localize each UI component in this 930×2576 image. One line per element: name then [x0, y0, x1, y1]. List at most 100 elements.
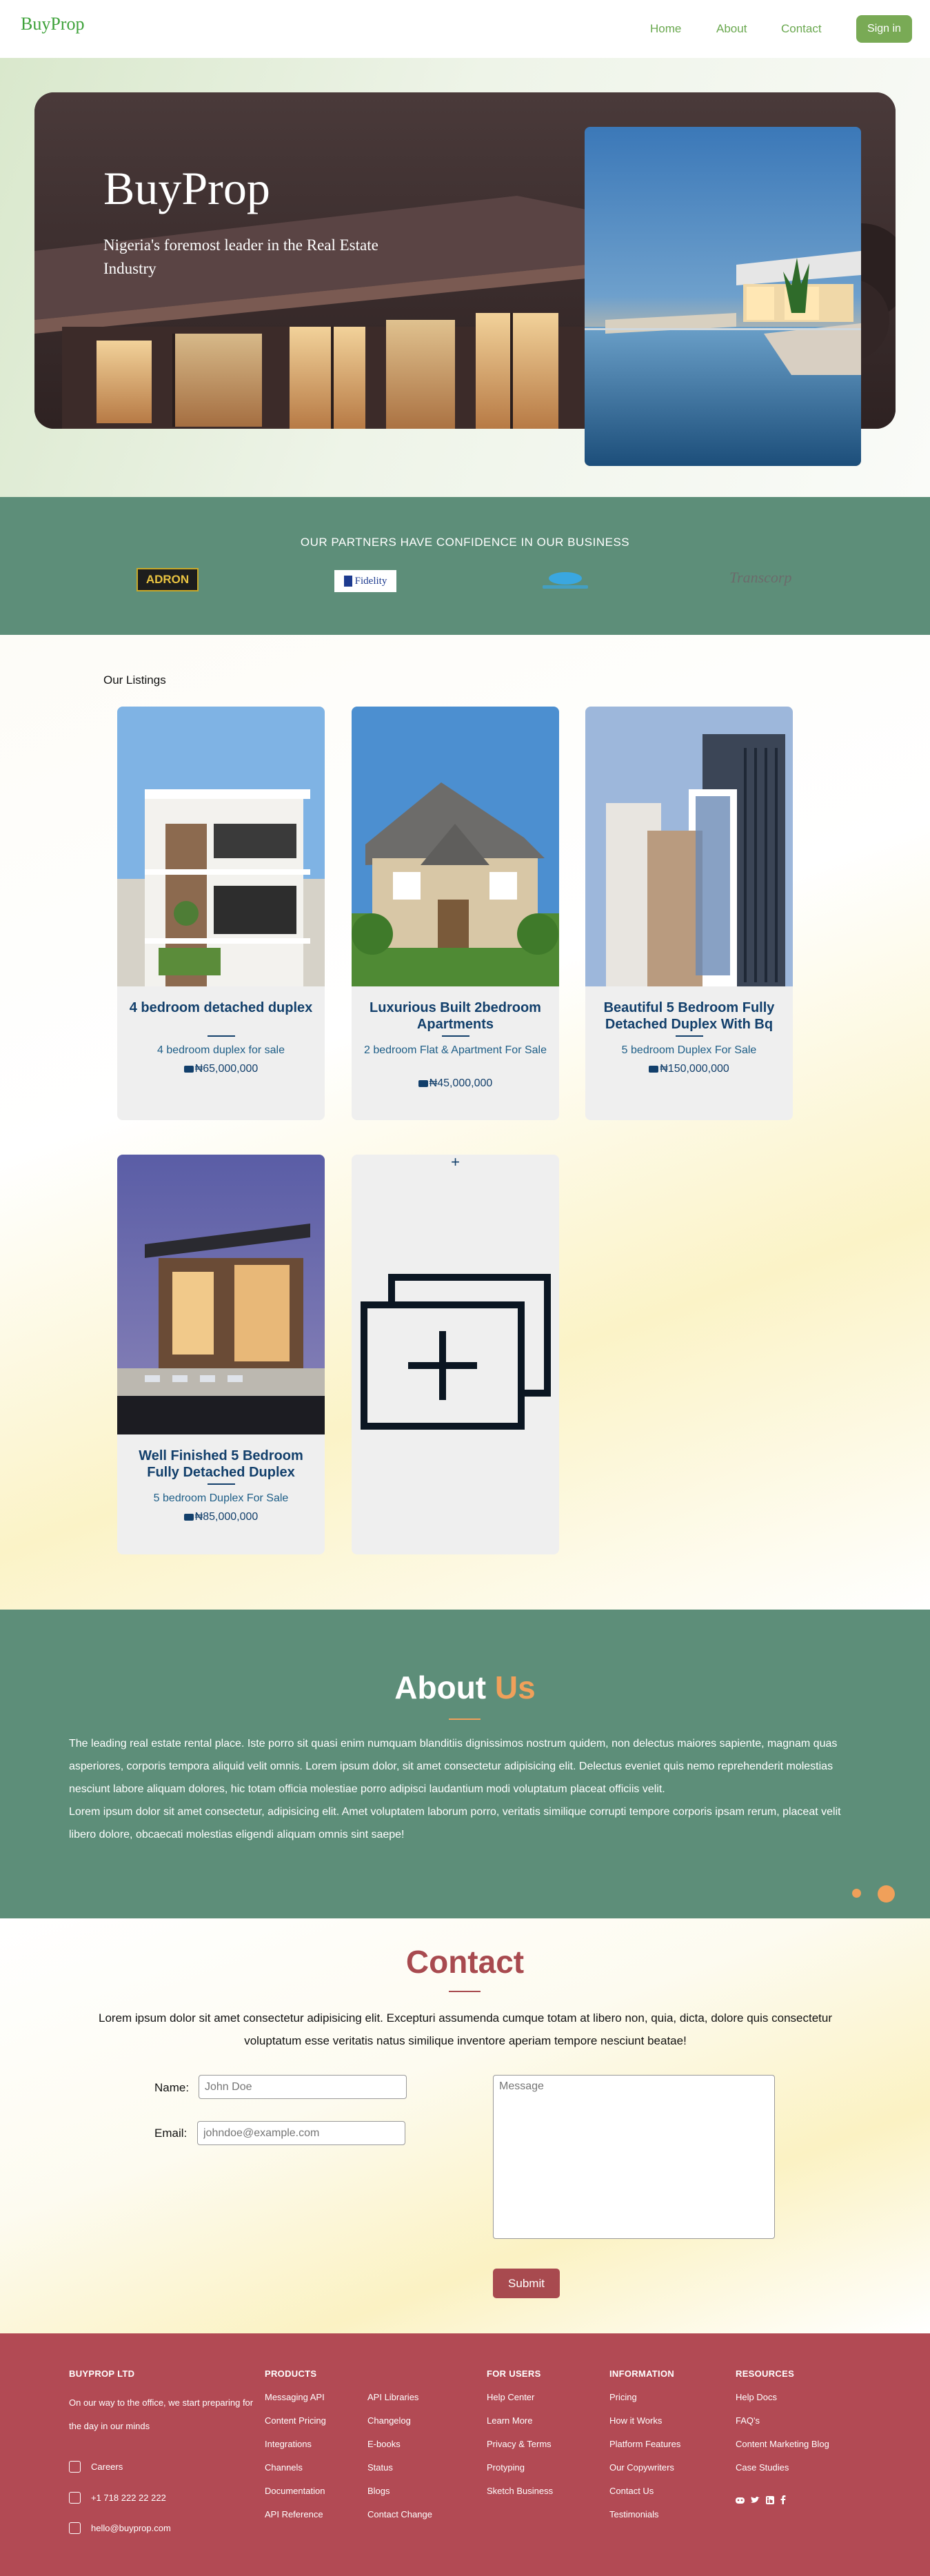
- contact-divider: [449, 1991, 481, 1992]
- discord-icon[interactable]: [736, 2497, 745, 2504]
- footer-link[interactable]: Integrations: [265, 2439, 312, 2449]
- fidelity-mark-icon: [343, 576, 352, 587]
- footer-link[interactable]: API Libraries: [367, 2392, 418, 2402]
- partner-logo-adron: ADRON: [137, 568, 199, 591]
- listing-price: ₦85,000,000: [128, 1511, 314, 1523]
- email-label: Email:: [154, 2127, 188, 2140]
- listing-title[interactable]: Luxurious Built 2bedroom Apartments: [362, 1000, 549, 1033]
- footer-email[interactable]: hello@buyprop.com: [91, 2523, 171, 2533]
- site-footer: BUYPROP LTD On our way to the office, we…: [0, 2333, 930, 2576]
- hero-title: BuyProp: [103, 162, 270, 214]
- footer-link[interactable]: FAQ's: [736, 2415, 760, 2426]
- listing-image: [117, 1155, 325, 1434]
- twitter-icon[interactable]: [751, 2497, 760, 2504]
- phone-checkbox[interactable]: [69, 2492, 81, 2504]
- footer-link[interactable]: Pricing: [609, 2392, 637, 2402]
- top-navbar: BuyProp Home About Contact Sign in: [0, 0, 930, 58]
- linkedin-icon[interactable]: [766, 2496, 774, 2504]
- nav-link-home[interactable]: Home: [650, 22, 681, 36]
- add-listing-label[interactable]: +: [352, 1155, 559, 1171]
- listing-description: 5 bedroom Duplex For Sale: [153, 1492, 289, 1504]
- footer-heading-users: FOR USERS: [487, 2369, 541, 2379]
- footer-link[interactable]: How it Works: [609, 2415, 662, 2426]
- footer-heading-products: PRODUCTS: [265, 2369, 317, 2379]
- facebook-icon[interactable]: [780, 2495, 786, 2504]
- listing-price: ₦150,000,000: [596, 1063, 782, 1075]
- listing-divider: [442, 1035, 469, 1037]
- listing-price: ₦45,000,000: [362, 1077, 549, 1090]
- footer-heading-information: INFORMATION: [609, 2369, 675, 2379]
- contact-description: Lorem ipsum dolor sit amet consectetur a…: [99, 2011, 832, 2047]
- email-checkbox[interactable]: [69, 2522, 81, 2534]
- listing-divider: [208, 1035, 235, 1037]
- footer-link[interactable]: Privacy & Terms: [487, 2439, 552, 2449]
- email-input[interactable]: [197, 2121, 405, 2145]
- footer-link-careers[interactable]: Careers: [91, 2462, 123, 2472]
- footer-link[interactable]: Platform Features: [609, 2439, 680, 2449]
- nav-link-contact[interactable]: Contact: [781, 22, 822, 36]
- add-listing-card[interactable]: +: [352, 1155, 559, 1554]
- listing-card[interactable]: Well Finished 5 Bedroom Fully Detached D…: [117, 1155, 325, 1554]
- carousel-dot[interactable]: [852, 1889, 861, 1898]
- partner-logo-fidelity: Fidelity: [334, 570, 396, 592]
- listing-card[interactable]: 4 bedroom detached duplex 4 bedroom dupl…: [117, 707, 325, 1120]
- listing-card[interactable]: Beautiful 5 Bedroom Fully Detached Duple…: [585, 707, 793, 1120]
- listings-section: Our Listings 4 bedroom detached duplex 4…: [0, 635, 930, 1610]
- footer-link[interactable]: Contact Us: [609, 2486, 654, 2496]
- about-heading: About Us: [394, 1670, 536, 1705]
- listing-title[interactable]: Beautiful 5 Bedroom Fully Detached Duple…: [596, 1000, 782, 1033]
- footer-link[interactable]: E-books: [367, 2439, 401, 2449]
- nav-link-about[interactable]: About: [716, 22, 747, 36]
- money-icon: [183, 1514, 194, 1521]
- message-textarea[interactable]: [493, 2075, 775, 2239]
- footer-link[interactable]: Channels: [265, 2462, 303, 2473]
- carousel-dot-active[interactable]: [878, 1885, 895, 1903]
- footer-link[interactable]: Messaging API: [265, 2392, 325, 2402]
- about-section: About Us The leading real estate rental …: [0, 1610, 930, 1918]
- hero-section: BuyProp Nigeria's foremost leader in the…: [0, 58, 930, 497]
- footer-heading-resources: RESOURCES: [736, 2369, 795, 2379]
- listing-divider: [208, 1483, 235, 1485]
- partners-heading: OUR PARTNERS HAVE CONFIDENCE IN OUR BUSI…: [300, 536, 630, 549]
- footer-link[interactable]: Changelog: [367, 2415, 411, 2426]
- listing-title[interactable]: 4 bedroom detached duplex: [128, 1000, 314, 1016]
- footer-link[interactable]: Testimonials: [609, 2509, 659, 2519]
- listing-image: [352, 707, 559, 986]
- name-input[interactable]: [199, 2075, 407, 2099]
- listing-description: 5 bedroom Duplex For Sale: [621, 1044, 757, 1056]
- sign-in-button[interactable]: Sign in: [856, 15, 912, 43]
- footer-heading-company: BUYPROP LTD: [69, 2369, 135, 2379]
- footer-link[interactable]: Sketch Business: [487, 2486, 553, 2496]
- listing-card[interactable]: Luxurious Built 2bedroom Apartments 2 be…: [352, 707, 559, 1120]
- contact-section: Contact Lorem ipsum dolor sit amet conse…: [0, 1918, 930, 2333]
- footer-link[interactable]: Help Docs: [736, 2392, 777, 2402]
- listing-image: [585, 707, 793, 986]
- footer-link[interactable]: Protyping: [487, 2462, 525, 2473]
- careers-checkbox[interactable]: [69, 2461, 81, 2473]
- listing-title[interactable]: Well Finished 5 Bedroom Fully Detached D…: [128, 1448, 314, 1481]
- footer-link[interactable]: Contact Change: [367, 2509, 432, 2519]
- name-label: Name:: [154, 2081, 190, 2094]
- footer-tagline: On our way to the office, we start prepa…: [69, 2397, 254, 2431]
- listing-description: 4 bedroom duplex for sale: [157, 1044, 285, 1056]
- footer-phone[interactable]: +1 718 222 22 222: [91, 2493, 166, 2503]
- footer-link[interactable]: Our Copywriters: [609, 2462, 674, 2473]
- about-divider: [449, 1718, 481, 1720]
- add-photos-icon[interactable]: [357, 1272, 553, 1437]
- footer-link[interactable]: Blogs: [367, 2486, 390, 2496]
- submit-button[interactable]: Submit: [493, 2269, 560, 2298]
- hero-subtitle: Nigeria's foremost leader in the Real Es…: [103, 236, 378, 277]
- footer-link[interactable]: Help Center: [487, 2392, 534, 2402]
- footer-link[interactable]: Documentation: [265, 2486, 325, 2496]
- footer-link[interactable]: Status: [367, 2462, 393, 2473]
- footer-link[interactable]: Case Studies: [736, 2462, 789, 2473]
- footer-link[interactable]: Content Marketing Blog: [736, 2439, 829, 2449]
- pool-house-image: [585, 127, 861, 466]
- money-icon: [418, 1080, 428, 1087]
- footer-link[interactable]: Content Pricing: [265, 2415, 326, 2426]
- about-text: The leading real estate rental place. Is…: [69, 1738, 841, 1840]
- footer-link[interactable]: Learn More: [487, 2415, 532, 2426]
- brand-logo[interactable]: BuyProp: [21, 14, 84, 34]
- partners-section: OUR PARTNERS HAVE CONFIDENCE IN OUR BUSI…: [0, 497, 930, 635]
- footer-link[interactable]: API Reference: [265, 2509, 323, 2519]
